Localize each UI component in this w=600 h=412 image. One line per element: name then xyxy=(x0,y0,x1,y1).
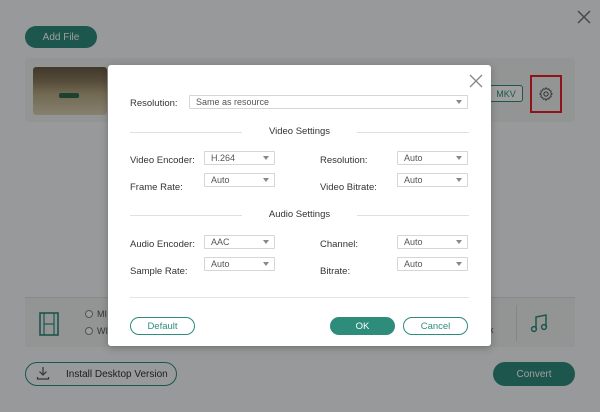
audio-encoder-value: AAC xyxy=(211,237,230,247)
resolution-select[interactable]: Same as resource xyxy=(189,95,468,109)
close-icon[interactable] xyxy=(468,73,484,89)
caret-down-icon xyxy=(263,262,269,266)
caret-down-icon xyxy=(263,156,269,160)
video-encoder-value: H.264 xyxy=(211,153,236,163)
frame-rate-label: Frame Rate: xyxy=(130,182,183,193)
audio-encoder-select[interactable]: AAC xyxy=(204,235,275,249)
frame-rate-select[interactable]: Auto xyxy=(204,173,275,187)
caret-down-icon xyxy=(456,156,462,160)
audio-bitrate-select[interactable]: Auto xyxy=(397,257,468,271)
resolution-value: Same as resource xyxy=(196,97,270,107)
video-encoder-select[interactable]: H.264 xyxy=(204,151,275,165)
caret-down-icon xyxy=(263,178,269,182)
divider xyxy=(357,215,469,216)
video-resolution-label: Resolution: xyxy=(320,155,368,166)
caret-down-icon xyxy=(263,240,269,244)
channel-label: Channel: xyxy=(320,239,359,250)
ok-button[interactable]: OK xyxy=(330,317,395,335)
frame-rate-value: Auto xyxy=(211,175,230,185)
channel-select[interactable]: Auto xyxy=(397,235,468,249)
video-settings-header: Video Settings xyxy=(130,126,469,138)
settings-dialog: Resolution: Same as resource Video Setti… xyxy=(108,65,491,346)
sample-rate-select[interactable]: Auto xyxy=(204,257,275,271)
audio-encoder-label: Audio Encoder: xyxy=(130,239,195,250)
video-resolution-value: Auto xyxy=(404,153,423,163)
resolution-label: Resolution: xyxy=(130,98,178,109)
caret-down-icon xyxy=(456,262,462,266)
caret-down-icon xyxy=(456,240,462,244)
video-bitrate-value: Auto xyxy=(404,175,423,185)
caret-down-icon xyxy=(456,178,462,182)
cancel-button[interactable]: Cancel xyxy=(403,317,468,335)
video-encoder-label: Video Encoder: xyxy=(130,155,195,166)
audio-settings-header: Audio Settings xyxy=(130,209,469,221)
audio-bitrate-value: Auto xyxy=(404,259,423,269)
sample-rate-label: Sample Rate: xyxy=(130,266,188,277)
audio-bitrate-label: Bitrate: xyxy=(320,266,351,277)
caret-down-icon xyxy=(456,100,462,104)
channel-value: Auto xyxy=(404,237,423,247)
sample-rate-value: Auto xyxy=(211,259,230,269)
video-bitrate-select[interactable]: Auto xyxy=(397,173,468,187)
default-button[interactable]: Default xyxy=(130,317,195,335)
divider xyxy=(357,132,469,133)
video-resolution-select[interactable]: Auto xyxy=(397,151,468,165)
video-bitrate-label: Video Bitrate: xyxy=(320,182,377,193)
footer-divider xyxy=(130,297,469,298)
